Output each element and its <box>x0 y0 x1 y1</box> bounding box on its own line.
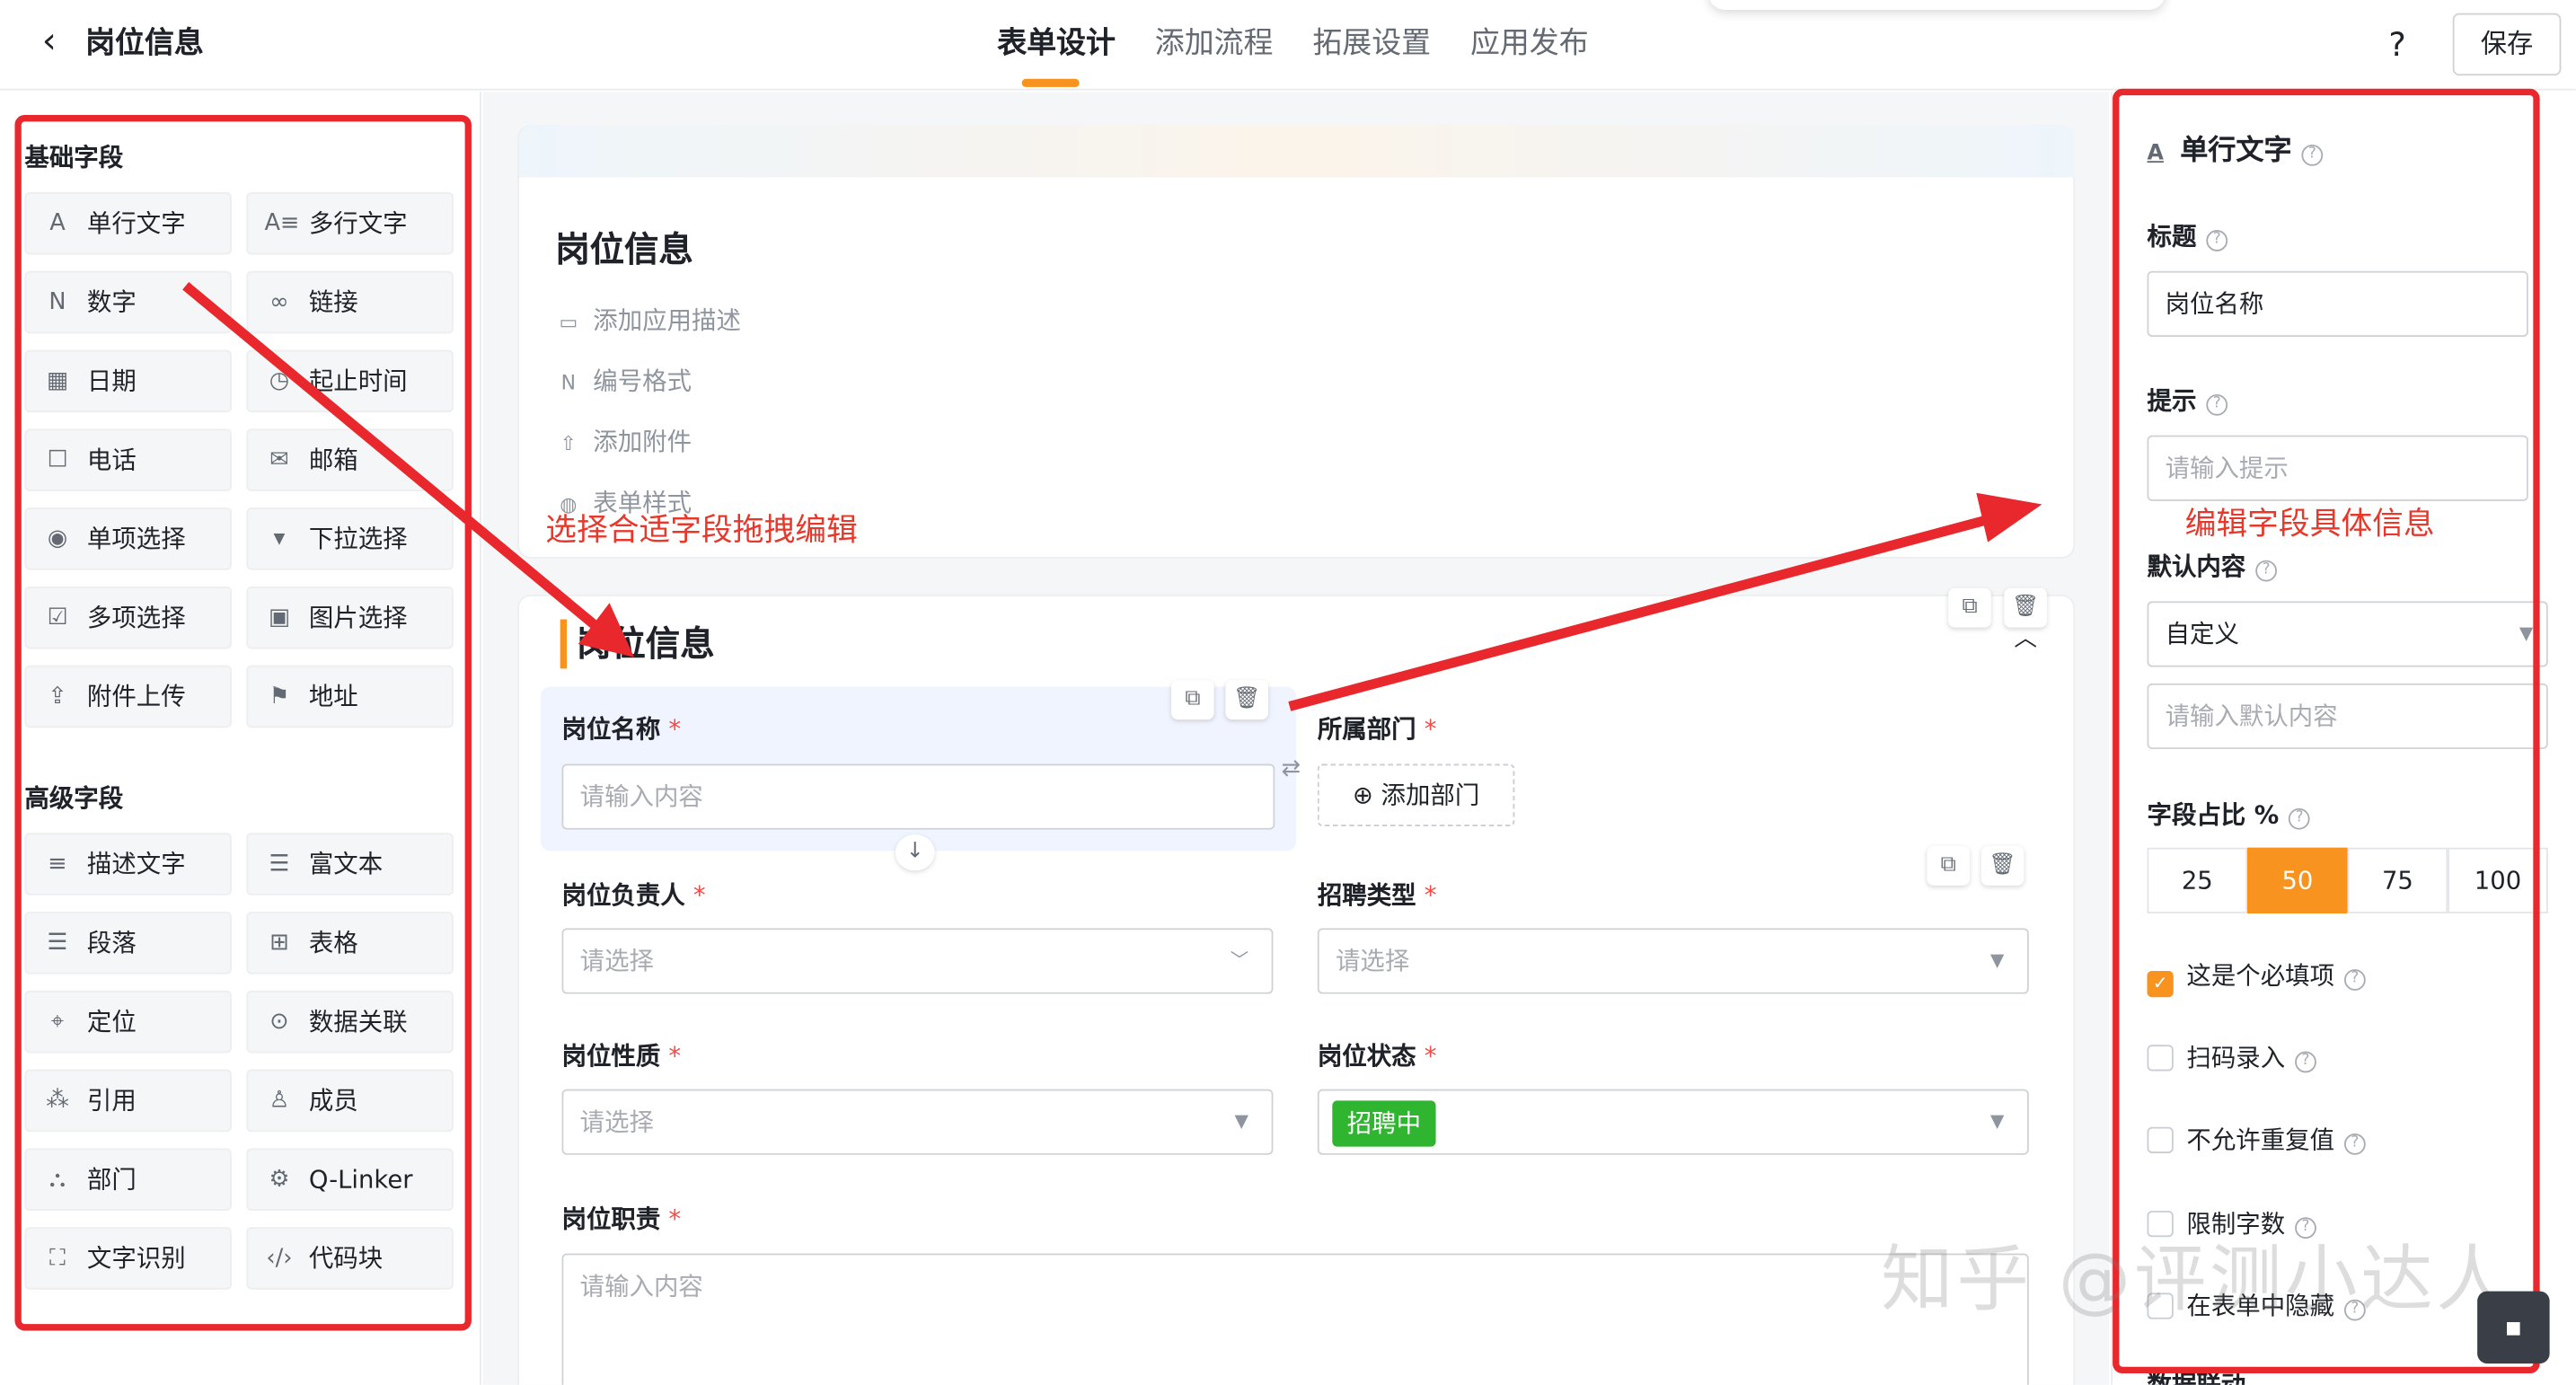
watermark: 知乎 @评测小达人 <box>1881 1239 2512 1323</box>
annotation-arrowhead-left <box>578 603 634 657</box>
annotation-drag-note: 选择合适字段拖拽编辑 <box>545 512 858 549</box>
annotation-arrowhead-right <box>1976 492 2042 543</box>
annotation-edit-note: 编辑字段具体信息 <box>2184 506 2435 543</box>
annotation-arrows <box>182 282 2042 711</box>
annotation-arrow-left <box>182 282 604 633</box>
annotation-arrow-right <box>1288 512 1998 711</box>
chat-bubble-icon[interactable]: ▪ <box>2477 1291 2550 1364</box>
